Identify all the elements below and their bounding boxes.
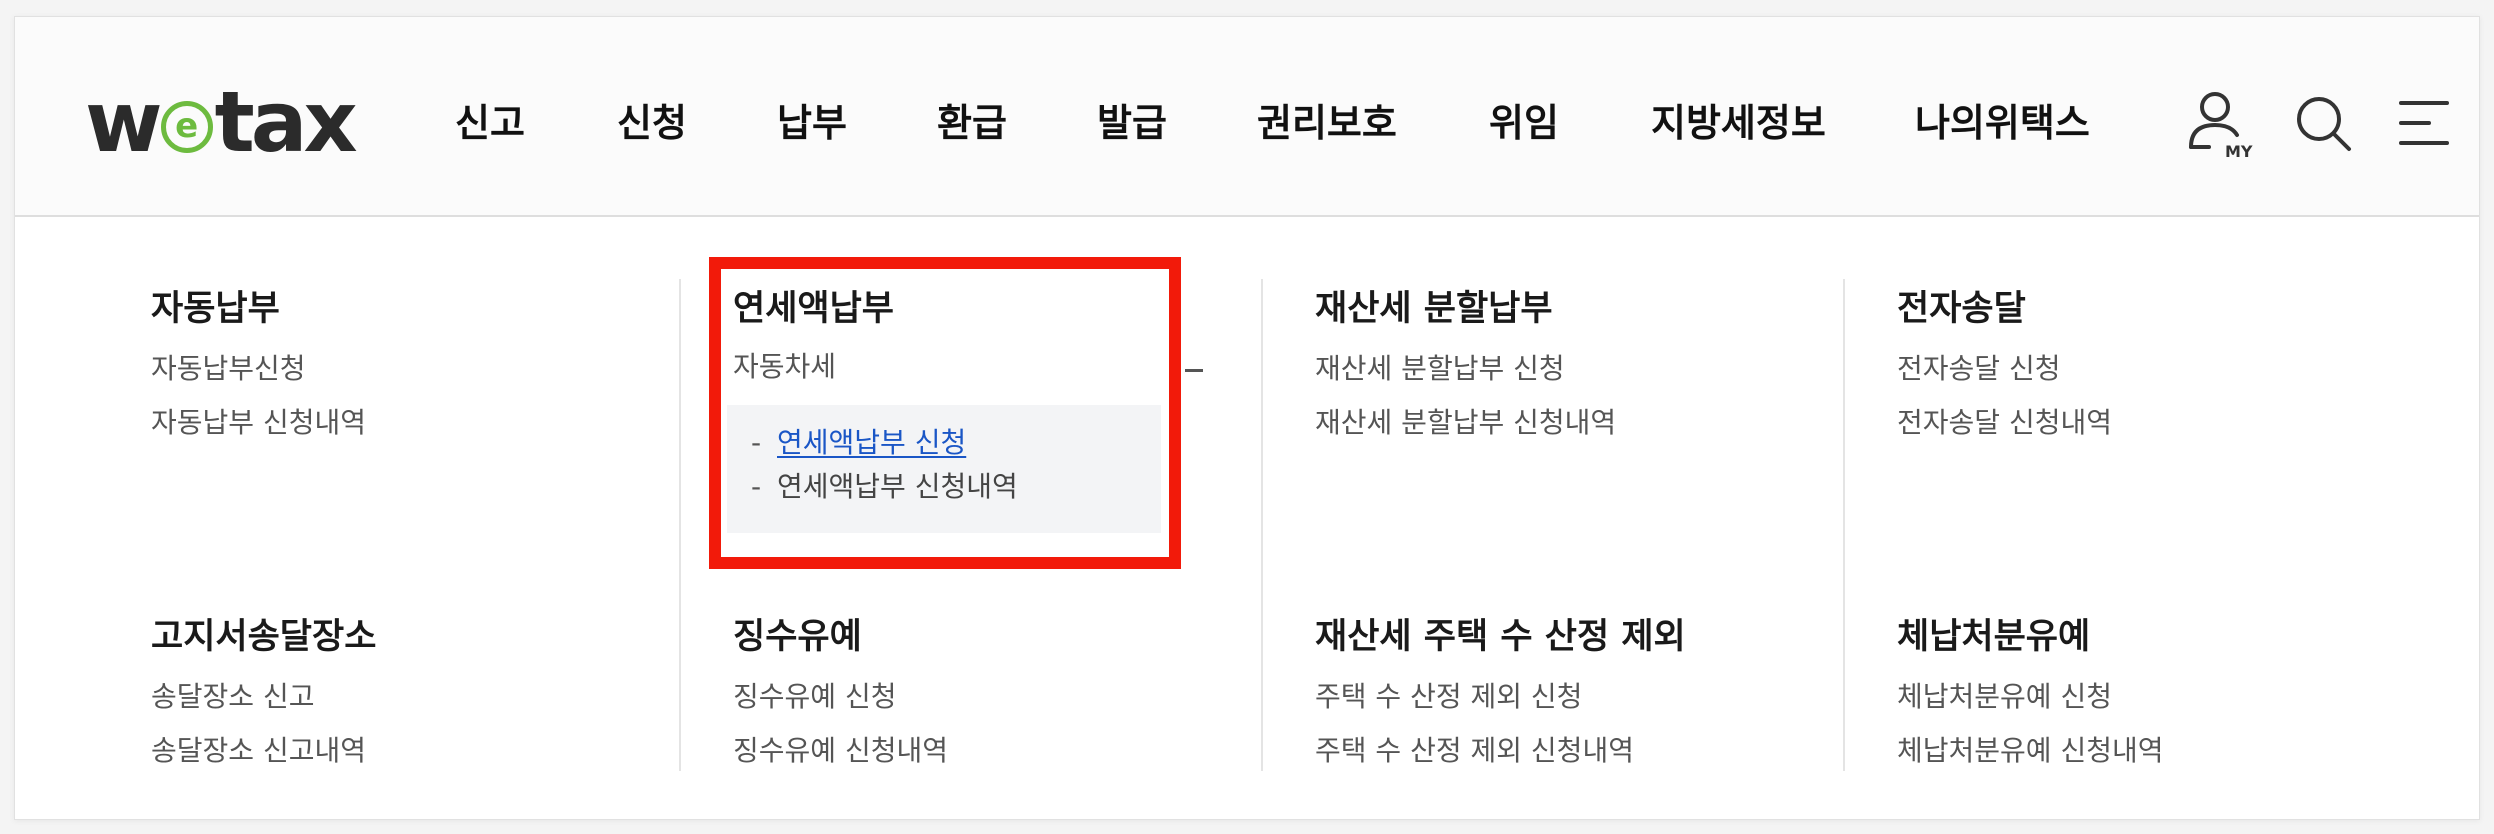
column-divider <box>679 279 681 771</box>
link-exclusion-history[interactable]: 주택 수 산정 제외 신청내역 <box>1315 733 1634 769</box>
nav-rights[interactable]: 권리보호 <box>1257 93 1397 153</box>
section-title-collection-deferral[interactable]: 징수유예 <box>733 615 862 659</box>
link-e-delivery-history[interactable]: 전자송달 신청내역 <box>1897 405 2112 441</box>
link-auto-payment-apply[interactable]: 자동납부신청 <box>151 351 306 387</box>
dash-mark <box>1185 369 1203 372</box>
svg-text:MY: MY <box>2225 142 2253 161</box>
link-auto-payment-history[interactable]: 자동납부 신청내역 <box>151 405 366 441</box>
section-title-notice-address[interactable]: 고지서송달장소 <box>151 615 376 659</box>
link-exclusion-apply[interactable]: 주택 수 산정 제외 신청 <box>1315 679 1582 715</box>
nav-issue[interactable]: 발급 <box>1097 93 1167 153</box>
nav-apply[interactable]: 신청 <box>617 93 687 153</box>
section-title-disposition-deferral[interactable]: 체납처분유예 <box>1897 615 2090 659</box>
link-property-installment-history[interactable]: 재산세 분할납부 신청내역 <box>1315 405 1616 441</box>
site-header: w e tax 신고 신청 납부 환급 발급 권리보호 위임 지방세정보 나의위… <box>15 17 2479 217</box>
logo-e-circle: e <box>160 101 213 153</box>
logo-text-tax: tax <box>214 73 358 171</box>
section-title-auto-payment[interactable]: 자동납부 <box>151 287 280 331</box>
nav-my-wetax[interactable]: 나의위택스 <box>1915 93 2090 153</box>
column-divider <box>1843 279 1845 771</box>
wetax-logo[interactable]: w e tax <box>85 73 358 171</box>
link-address-report[interactable]: 송달장소 신고 <box>151 679 314 715</box>
nav-delegation[interactable]: 위임 <box>1489 93 1559 153</box>
link-deferral-apply[interactable]: 징수유예 신청 <box>733 679 896 715</box>
nav-refund[interactable]: 환급 <box>937 93 1007 153</box>
nav-report[interactable]: 신고 <box>455 93 525 153</box>
section-title-e-delivery[interactable]: 전자송달 <box>1897 287 2026 331</box>
search-icon[interactable] <box>2281 81 2365 165</box>
link-disposition-deferral-apply[interactable]: 체납처분유예 신청 <box>1897 679 2112 715</box>
section-title-property-installment[interactable]: 재산세 분할납부 <box>1315 287 1553 331</box>
nav-payment[interactable]: 납부 <box>777 93 847 153</box>
link-address-history[interactable]: 송달장소 신고내역 <box>151 733 366 769</box>
app-frame: w e tax 신고 신청 납부 환급 발급 권리보호 위임 지방세정보 나의위… <box>14 16 2480 820</box>
link-deferral-history[interactable]: 징수유예 신청내역 <box>733 733 948 769</box>
section-title-house-count-exclusion[interactable]: 재산세 주택 수 산정 제외 <box>1315 615 1686 659</box>
user-my-icon[interactable]: MY <box>2173 81 2257 165</box>
menu-icon[interactable] <box>2381 81 2465 165</box>
nav-local-tax-info[interactable]: 지방세정보 <box>1651 93 1826 153</box>
link-e-delivery-apply[interactable]: 전자송달 신청 <box>1897 351 2060 387</box>
highlight-box <box>709 257 1181 569</box>
link-property-installment-apply[interactable]: 재산세 분할납부 신청 <box>1315 351 1565 387</box>
column-divider <box>1261 279 1263 771</box>
link-disposition-deferral-history[interactable]: 체납처분유예 신청내역 <box>1897 733 2164 769</box>
logo-text-w: w <box>85 73 163 171</box>
